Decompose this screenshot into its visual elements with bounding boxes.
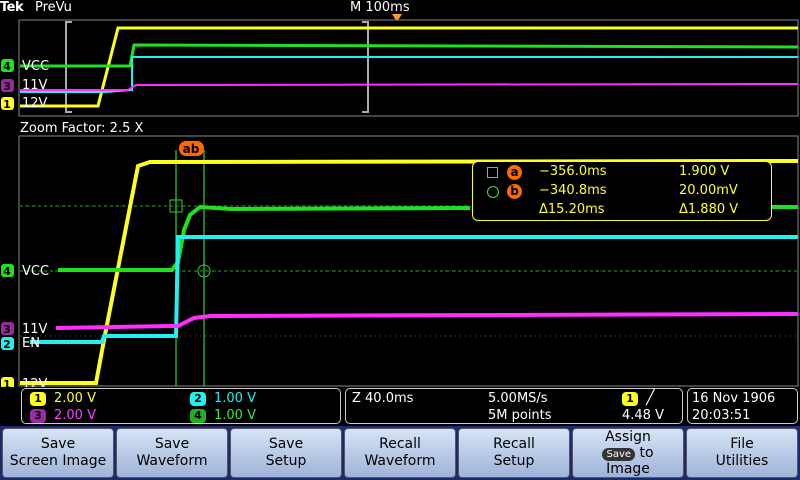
cursor-delta-value: Δ1.880 V — [679, 202, 739, 217]
zoom-time: Z 40.0ms — [352, 391, 414, 406]
svg-text:VCC: VCC — [22, 59, 49, 74]
svg-text:11V: 11V — [22, 78, 48, 93]
sample-rate: 5.00MS/s — [488, 391, 548, 406]
recall-setup-button[interactable]: Recall Setup — [458, 428, 570, 478]
square-marker-icon — [487, 167, 498, 178]
svg-text:11V: 11V — [22, 322, 48, 337]
svg-text:3: 3 — [3, 80, 11, 93]
ch2-scale[interactable]: 2 1.00 V — [190, 390, 256, 407]
cursor-b-value: 20.00mV — [679, 183, 738, 198]
ch1-scale[interactable]: 1 2.00 V — [30, 390, 96, 407]
svg-text:1: 1 — [3, 98, 11, 111]
cursor-a-row: a −356.0ms 1.900 V — [487, 164, 767, 182]
save-setup-button[interactable]: Save Setup — [230, 428, 342, 478]
cursor-a-tag: a — [507, 165, 522, 180]
circle-marker-icon — [487, 186, 499, 198]
file-utilities-button[interactable]: File Utilities — [686, 428, 798, 478]
rising-edge-icon: ╱ — [646, 390, 655, 406]
svg-text:4: 4 — [3, 265, 11, 278]
trigger-level: 4.48 V — [622, 408, 664, 423]
datetime-panel[interactable]: 16 Nov 1906 20:03:51 — [687, 388, 798, 424]
trigger-info[interactable]: 1 ╱ — [622, 390, 654, 407]
date-readout: 16 Nov 1906 — [692, 391, 776, 406]
svg-text:VCC: VCC — [22, 264, 49, 279]
ch3-scale[interactable]: 3 2.00 V — [30, 407, 96, 424]
save-chip: Save — [602, 448, 636, 461]
svg-text:2: 2 — [3, 338, 11, 351]
save-waveform-button[interactable]: Save Waveform — [116, 428, 228, 478]
cursor-b-time: −340.8ms — [539, 183, 607, 198]
record-length: 5M points — [488, 408, 552, 423]
cursor-a-value: 1.900 V — [679, 164, 730, 179]
cursor-tag-ab-label: ab — [183, 142, 200, 156]
trigger-source: 1 — [622, 391, 638, 406]
zoom-factor-label: Zoom Factor: 2.5 X — [20, 121, 144, 136]
time-readout: 20:03:51 — [692, 408, 751, 423]
recall-waveform-button[interactable]: Recall Waveform — [344, 428, 456, 478]
cursor-delta-time: Δ15.20ms — [539, 202, 605, 217]
save-screen-image-button[interactable]: Save Screen Image — [2, 428, 114, 478]
cursor-b-row: b −340.8ms 20.00mV — [487, 183, 767, 201]
acquisition-panel[interactable]: Z 40.0ms 5.00MS/s 5M points 1 ╱ 4.48 V — [345, 388, 683, 424]
svg-text:3: 3 — [3, 323, 11, 336]
svg-text:12V: 12V — [22, 96, 48, 111]
cursor-delta-row: Δ15.20ms Δ1.880 V — [487, 202, 767, 220]
ch4-scale[interactable]: 4 1.00 V — [190, 407, 256, 424]
cursor-b-tag: b — [507, 184, 522, 199]
overview-channel-labels: 4 VCC 3 11V 1 12V — [1, 59, 49, 111]
channel-scale-panel[interactable]: 1 2.00 V 2 1.00 V 3 2.00 V 4 1.00 V — [21, 388, 341, 424]
assign-save-button[interactable]: Assign Save to Image — [572, 428, 684, 478]
svg-text:4: 4 — [3, 60, 11, 73]
overview-graticule — [18, 19, 799, 117]
cursor-readout[interactable]: a −356.0ms 1.900 V b −340.8ms 20.00mV Δ1… — [472, 161, 772, 221]
svg-text:EN: EN — [22, 336, 40, 351]
cursor-a-time: −356.0ms — [539, 164, 607, 179]
